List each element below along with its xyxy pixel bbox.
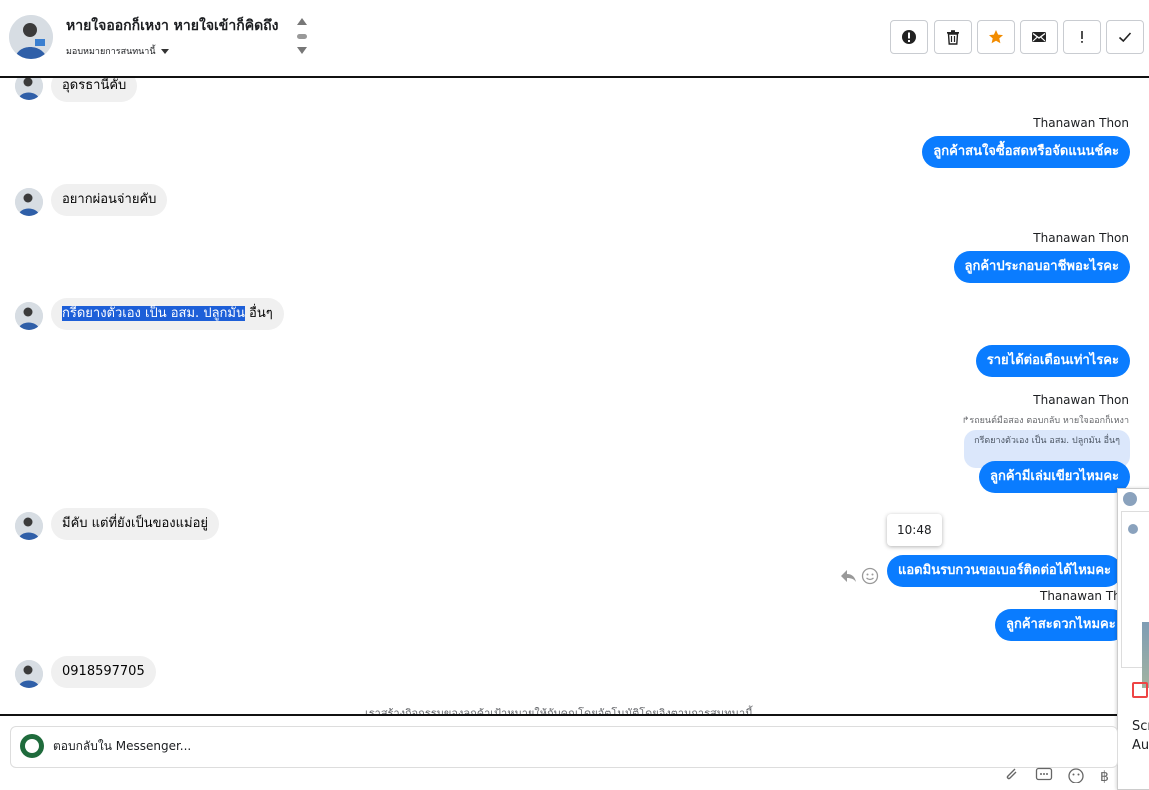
timestamp-tooltip: 10:48 <box>887 514 942 546</box>
reply-input[interactable]: ตอบกลับใน Messenger... <box>53 737 191 756</box>
contact-avatar-small <box>15 660 43 688</box>
react-emoji-icon[interactable] <box>861 567 879 585</box>
caret-down-icon <box>160 49 169 54</box>
panel-text: Scr <box>1132 719 1149 734</box>
trash-icon <box>947 30 959 45</box>
exclamation-icon <box>1081 31 1083 43</box>
incoming-message[interactable]: 0918597705 <box>51 656 156 688</box>
incoming-message[interactable]: อยากผ่อนจ่ายคับ <box>51 184 168 216</box>
selected-text: กรีดยางตัวเอง เป็น อสม. ปลูกมัน <box>62 306 245 321</box>
important-button[interactable] <box>1063 20 1101 54</box>
mark-done-button[interactable] <box>1106 20 1144 54</box>
incoming-message-selected[interactable]: กรีดยางตัวเอง เป็น อสม. ปลูกมัน อื่นๆ <box>51 298 284 330</box>
outgoing-message[interactable]: ลูกค้ามีเล่มเขียวไหมคะ <box>979 461 1130 493</box>
side-preview-panel[interactable]: Scr Au <box>1117 488 1149 790</box>
incoming-message[interactable]: อุดรธานีคับ <box>51 78 138 102</box>
star-button[interactable] <box>977 20 1015 54</box>
attachment-icon[interactable] <box>1003 767 1021 783</box>
reply-composer[interactable]: ตอบกลับใน Messenger... <box>10 726 1118 768</box>
conversation-header: หายใจออกก็เหงา หายใจเข้าก็คิดถึง มอบหมาย… <box>0 0 1149 78</box>
auto-activity-note: เราสร้างกิจกรรมของลูกค้าเป้าหมายให้กับคุ… <box>365 707 753 716</box>
title-scroll-control[interactable] <box>296 18 308 58</box>
page-avatar <box>20 734 44 758</box>
reply-icon[interactable] <box>839 568 857 584</box>
delete-button[interactable] <box>934 20 972 54</box>
assign-label: มอบหมายการสนทนานี้ <box>66 47 156 57</box>
reply-context: ↱รถยนต์มือสอง ตอบกลับ หายใจออกก็เหงา <box>961 416 1129 426</box>
outgoing-message[interactable]: ลูกค้าสะดวกไหมคะ <box>995 609 1127 641</box>
contact-avatar-small <box>15 302 43 330</box>
saved-replies-icon[interactable] <box>1035 767 1053 783</box>
contact-avatar-small <box>15 512 43 540</box>
preview-card[interactable] <box>1121 511 1149 688</box>
checkmark-icon <box>1118 32 1132 43</box>
preview-image <box>1142 622 1149 688</box>
arrow-up-icon[interactable] <box>297 18 307 25</box>
message-thread[interactable]: อุดรธานีคับ Thanawan Thon ลูกค้าสนใจซื้อ… <box>0 78 1149 716</box>
spam-report-button[interactable] <box>890 20 928 54</box>
alert-circle-icon <box>902 30 916 44</box>
contact-avatar-small <box>15 78 43 100</box>
envelope-icon <box>1032 32 1046 42</box>
app-logo-icon <box>1132 682 1148 698</box>
mark-unread-button[interactable] <box>1020 20 1058 54</box>
contact-avatar[interactable] <box>9 15 53 59</box>
assign-conversation-dropdown[interactable]: มอบหมายการสนทนานี้ <box>66 44 169 58</box>
sender-name: Thanawan Thon <box>1033 231 1129 245</box>
contact-avatar-small <box>15 188 43 216</box>
panel-text: Au <box>1132 738 1149 753</box>
avatar <box>1123 492 1137 506</box>
star-icon <box>989 30 1003 44</box>
svg-text:฿: ฿ <box>1100 769 1109 783</box>
payment-icon[interactable]: ฿ <box>1099 767 1113 783</box>
avatar <box>1128 524 1138 534</box>
sender-name: Thanawan Thon <box>1033 116 1129 130</box>
scroll-thumb[interactable] <box>297 34 307 39</box>
arrow-down-icon[interactable] <box>297 47 307 54</box>
contact-name[interactable]: หายใจออกก็เหงา หายใจเข้าก็คิดถึง <box>66 15 278 37</box>
outgoing-message[interactable]: แอดมินรบกวนขอเบอร์ติดต่อได้ไหมคะ <box>887 555 1123 587</box>
emoji-icon[interactable] <box>1067 767 1085 783</box>
sender-name: Thanawan Thon <box>1033 393 1129 407</box>
outgoing-message[interactable]: รายได้ต่อเดือนเท่าไรคะ <box>975 345 1130 377</box>
message-text: อื่นๆ <box>244 306 273 321</box>
outgoing-message[interactable]: ลูกค้าสนใจซื้อสดหรือจัดแนนช์คะ <box>922 136 1130 168</box>
incoming-message[interactable]: มีคับ แต่ที่ยังเป็นของแม่อยู่ <box>51 508 220 540</box>
outgoing-message[interactable]: ลูกค้าประกอบอาชีพอะไรคะ <box>953 251 1130 283</box>
